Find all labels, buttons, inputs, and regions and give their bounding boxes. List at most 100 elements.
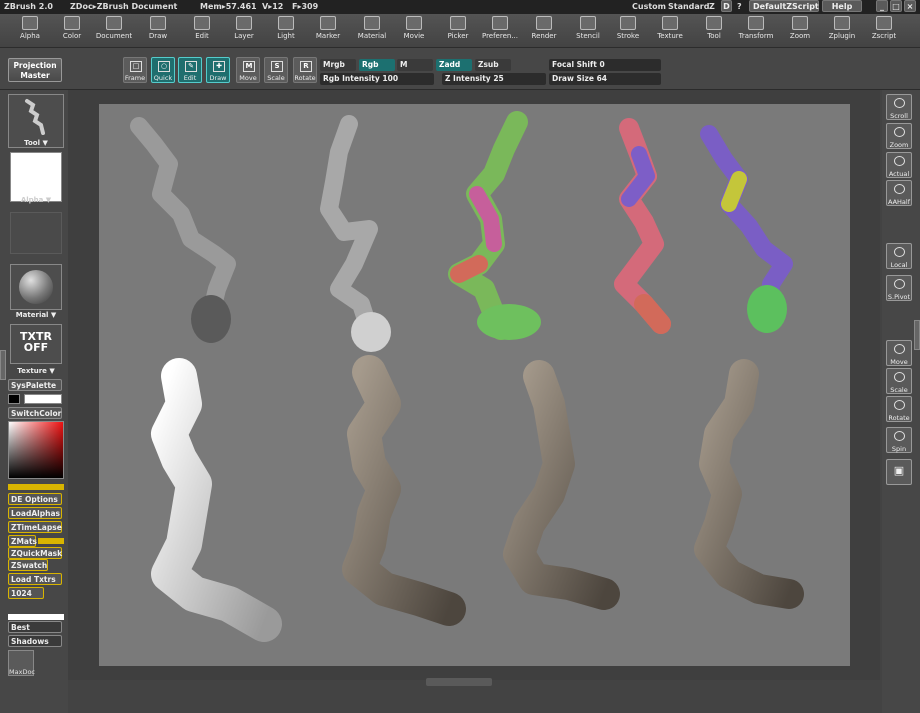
material-label[interactable]: Material ▼ (8, 311, 64, 319)
menu-alpha-icon (22, 16, 38, 30)
color-picker[interactable] (8, 421, 64, 479)
texture-label[interactable]: Texture ▼ (8, 367, 64, 375)
left-shelf: Tool ▼ Alpha ▼ Material ▼ TXTR OFF Textu… (0, 90, 68, 713)
menu-zplugin[interactable]: Zplugin (820, 16, 864, 40)
help-question-icon[interactable]: ? (737, 0, 742, 14)
size-1024-button[interactable]: 1024 (8, 587, 44, 599)
draw-button[interactable]: ✚ Draw (206, 57, 230, 83)
texture-thumbnail[interactable]: TXTR OFF (10, 324, 62, 364)
quick-button[interactable]: ○ Quick (151, 57, 175, 83)
zoom-button[interactable]: Zoom (886, 123, 912, 149)
mesh-polygroups-3 (700, 125, 793, 333)
zswatch-button[interactable]: ZSwatch (8, 559, 48, 571)
z-toggle[interactable]: Z (709, 0, 715, 14)
maxdoc-button[interactable]: MaxDoc (8, 650, 35, 676)
menu-transform[interactable]: Transform (734, 16, 778, 40)
d-toggle[interactable]: D (721, 0, 732, 12)
restore-icon[interactable]: □ (890, 0, 902, 12)
zsub-toggle[interactable]: Zsub (475, 59, 511, 71)
snapshot-button[interactable]: ▣ (886, 459, 912, 485)
de-options-button[interactable]: DE Options (8, 493, 62, 505)
menu-marker-icon (320, 16, 336, 30)
scale-view-button[interactable]: Scale (886, 368, 912, 394)
spivot-button[interactable]: S.Pivot (886, 275, 912, 301)
move-button[interactable]: M Move (236, 57, 260, 83)
layout-custom[interactable]: Custom (632, 0, 666, 14)
local-button[interactable]: Local (886, 243, 912, 269)
close-icon[interactable]: × (904, 0, 916, 12)
menu-color[interactable]: Color (50, 16, 94, 40)
switchcolor-button[interactable]: SwitchColor (8, 407, 62, 419)
menu-document[interactable]: Document (92, 16, 136, 40)
frame-button[interactable]: □ Frame (123, 57, 147, 83)
menu-marker[interactable]: Marker (306, 16, 350, 40)
quick-icon: ○ (158, 61, 170, 72)
actual-icon (894, 156, 905, 166)
menu-stencil[interactable]: Stencil (566, 16, 610, 40)
menu-zscript[interactable]: Zscript (862, 16, 906, 40)
aahalf-button[interactable]: AAHalf (886, 180, 912, 206)
menu-render-icon (536, 16, 552, 30)
menu-material-icon (364, 16, 380, 30)
bottom-panel-handle[interactable] (426, 678, 492, 686)
primary-color-swatch[interactable] (8, 394, 20, 404)
focal-shift-slider[interactable]: Focal Shift 0 (549, 59, 661, 71)
menu-edit[interactable]: Edit (180, 16, 224, 40)
alpha-thumbnail[interactable] (10, 152, 62, 202)
menu-movie[interactable]: Movie (392, 16, 436, 40)
scale-button[interactable]: S Scale (264, 57, 288, 83)
aahalf-icon (894, 184, 905, 194)
menu-tool[interactable]: Tool (692, 16, 736, 40)
zadd-toggle[interactable]: Zadd (436, 59, 472, 71)
actual-button[interactable]: Actual (886, 152, 912, 178)
tool-label[interactable]: Tool ▼ (8, 139, 64, 147)
rotate-button[interactable]: R Rotate (293, 57, 317, 83)
minimize-icon[interactable]: _ (876, 0, 888, 12)
menu-alpha[interactable]: Alpha (8, 16, 52, 40)
edit-button[interactable]: ✎ Edit (178, 57, 202, 83)
document-canvas[interactable] (99, 104, 850, 666)
menu-picker[interactable]: Picker (436, 16, 480, 40)
layout-standard[interactable]: Standard (668, 0, 709, 14)
document-title[interactable]: ZDoc▸ZBrush Document (70, 0, 177, 14)
menu-render[interactable]: Render (522, 16, 566, 40)
menu-material[interactable]: Material (350, 16, 394, 40)
default-zscript-button[interactable]: DefaultZScript (749, 0, 819, 12)
right-panel-toggle[interactable] (914, 320, 920, 350)
move-view-button[interactable]: Move (886, 340, 912, 366)
zquickmask-button[interactable]: ZQuickMask (8, 547, 62, 559)
rgb-intensity-slider[interactable]: Rgb Intensity 100 (320, 73, 434, 85)
scroll-button[interactable]: Scroll (886, 94, 912, 120)
material-thumbnail[interactable] (10, 264, 62, 310)
best-button[interactable]: Best (8, 621, 62, 633)
loadalphas-button[interactable]: LoadAlphas (8, 507, 62, 519)
menu-layer[interactable]: Layer (222, 16, 266, 40)
menu-light[interactable]: Light (264, 16, 308, 40)
zmats-button[interactable]: ZMats (8, 535, 37, 547)
ztimelapse-button[interactable]: ZTimeLapse (8, 521, 62, 533)
alpha-label[interactable]: Alpha ▼ (8, 196, 64, 204)
projection-master-button[interactable]: Projection Master (8, 58, 62, 82)
left-panel-toggle[interactable] (0, 350, 6, 380)
m-toggle[interactable]: M (397, 59, 433, 71)
tool-preview-icon (25, 99, 45, 135)
rotate-view-button[interactable]: Rotate (886, 396, 912, 422)
help-button[interactable]: Help (822, 0, 862, 12)
scale-icon: S (271, 61, 283, 72)
menu-draw[interactable]: Draw (136, 16, 180, 40)
mrgb-toggle[interactable]: Mrgb (320, 59, 356, 71)
menu-zoom[interactable]: Zoom (778, 16, 822, 40)
menu-texture[interactable]: Texture (648, 16, 692, 40)
draw-size-slider[interactable]: Draw Size 64 (549, 73, 661, 85)
load-txtrs-button[interactable]: Load Txtrs (8, 573, 62, 585)
menu-stroke[interactable]: Stroke (606, 16, 650, 40)
secondary-color-swatch[interactable] (24, 394, 62, 404)
syspalette-button[interactable]: SysPalette (8, 379, 62, 391)
menu-preferen[interactable]: Preferen... (478, 16, 522, 40)
spin-button[interactable]: Spin (886, 427, 912, 453)
rgb-toggle[interactable]: Rgb (359, 59, 395, 71)
stroke-thumbnail[interactable] (10, 212, 62, 254)
z-intensity-slider[interactable]: Z Intensity 25 (442, 73, 546, 85)
shadows-button[interactable]: Shadows (8, 635, 62, 647)
material-sphere-icon (19, 270, 53, 304)
